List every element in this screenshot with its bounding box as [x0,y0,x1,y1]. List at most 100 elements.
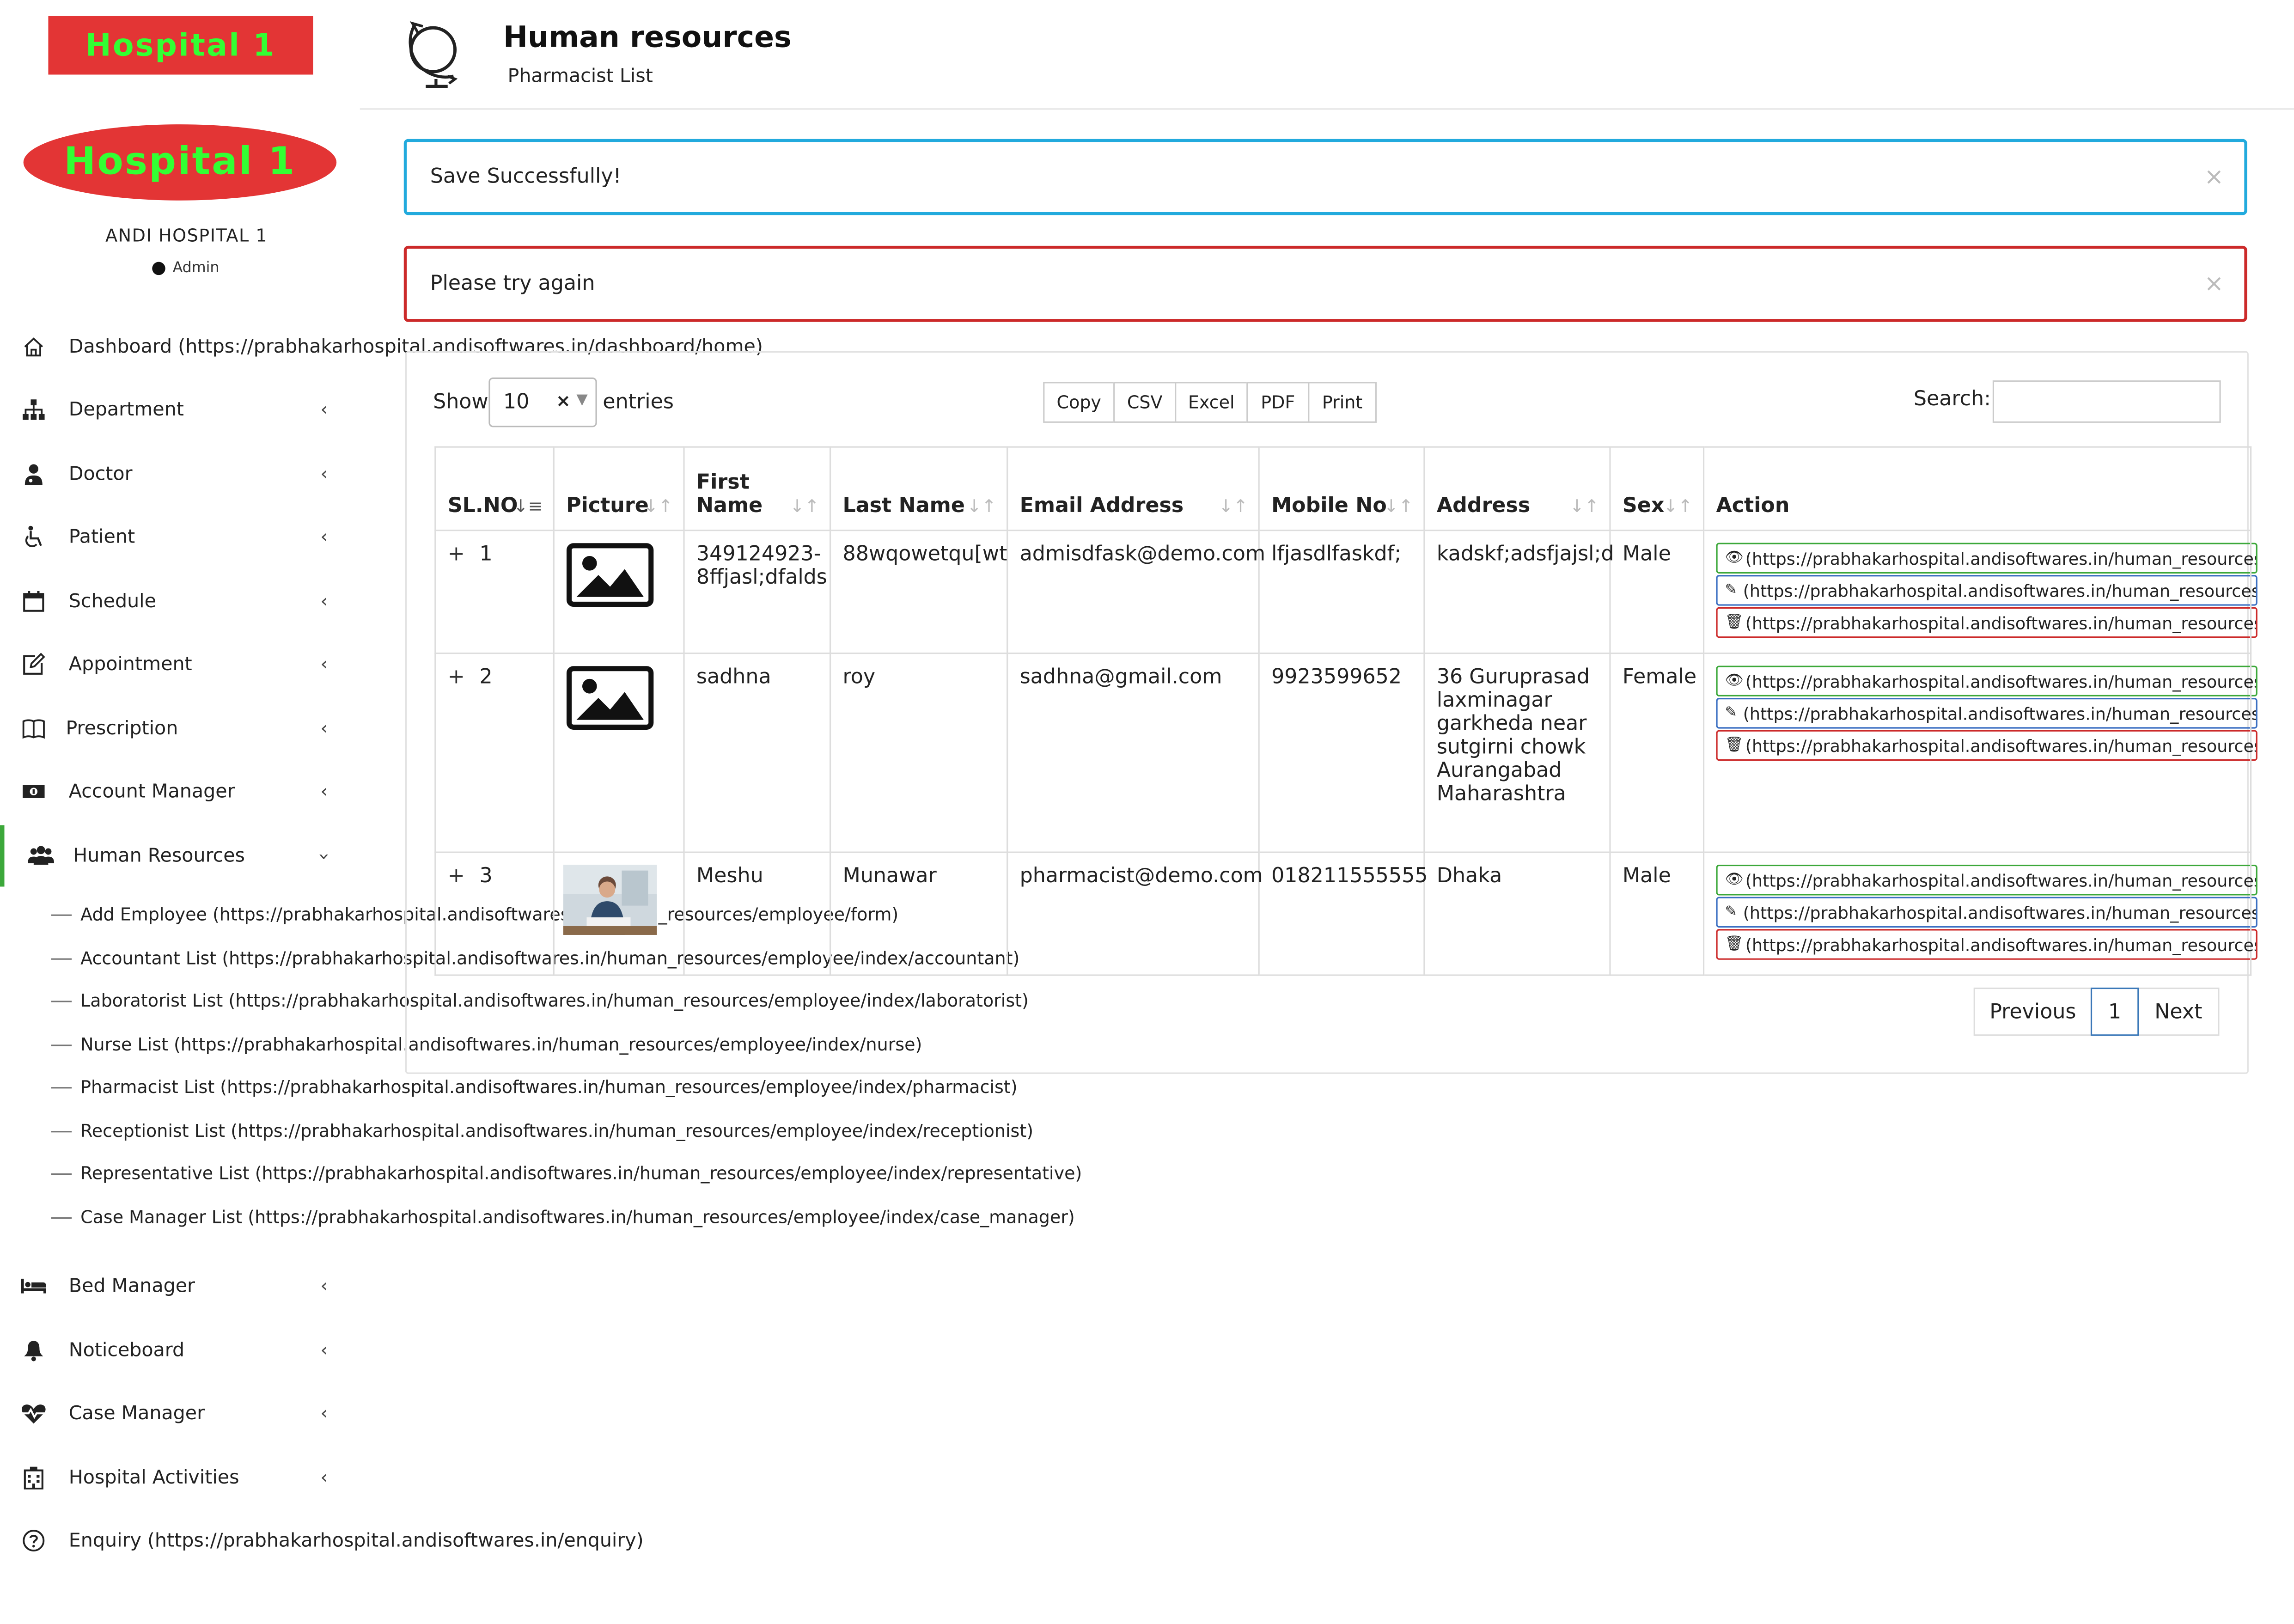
status-dot-icon [152,262,165,275]
sidebar-item-account-manager[interactable]: Account Manager ‹ [0,762,359,821]
role-label: Admin [172,260,220,277]
submenu-item-receptionist-list[interactable]: Receptionist List (https://prabhakarhosp… [51,1121,1033,1141]
next-page-button[interactable]: Next [2137,987,2220,1036]
eye-icon: 👁 [1725,550,1744,567]
column-header-label: Action [1716,495,1790,518]
delete-link-text: (https://prabhakarhospital.andisoftwares… [1745,934,2256,955]
column-header-sl-no[interactable]: SL.NO ↓≡ [434,446,555,531]
cell-sex: Female [1609,652,1705,853]
expand-row-icon[interactable]: + [448,865,465,888]
cell-address: Dhaka [1423,851,1611,976]
sort-icon: ↓↑ [790,496,819,517]
column-header-mobile[interactable]: Mobile No ↓↑ [1258,446,1425,531]
user-role: Admin [152,260,220,277]
close-icon[interactable]: × [2204,162,2224,190]
sort-icon: ↓↑ [1384,496,1414,517]
edit-button[interactable]: ✎ (https://prabhakarhospital.andisoftware… [1716,575,2257,606]
logo-oval: Hospital 1 [23,124,337,201]
table-header-row: SL.NO ↓≡ Picture ↓↑ First Name ↓↑ Last Name… [434,446,2252,531]
sidebar-item-appointment[interactable]: Appointment ‹ [0,635,359,694]
view-button[interactable]: 👁 (https://prabhakarhospital.andisoftware… [1716,864,2257,896]
view-button[interactable]: 👁 (https://prabhakarhospital.andisoftware… [1716,665,2257,696]
chevron-left-icon: ‹ [320,526,328,548]
bell-icon [20,1337,47,1364]
sort-icon: ↓↑ [1218,496,1248,517]
sidebar-item-doctor[interactable]: Doctor ‹ [0,445,359,503]
delete-button[interactable]: 🗑 (https://prabhakarhospital.andisoftware… [1716,730,2257,761]
column-header-label: First Name [696,471,763,518]
sidebar-item-department[interactable]: Department ‹ [0,380,359,439]
column-header-sex[interactable]: Sex ↓↑ [1609,446,1705,531]
column-header-label: Sex [1622,495,1665,518]
print-button[interactable]: Print [1308,382,1377,423]
question-icon [20,1527,47,1554]
delete-button[interactable]: 🗑 (https://prabhakarhospital.andisoftware… [1716,607,2257,638]
heartbeat-icon [20,1400,47,1427]
edit-button[interactable]: ✎ (https://prabhakarhospital.andisoftware… [1716,897,2257,928]
sidebar-item-human-resources[interactable]: Human Resources ‹ [0,825,363,887]
page-1-button[interactable]: 1 [2090,987,2139,1036]
sidebar-item-noticeboard[interactable]: Noticeboard ‹ [0,1321,359,1380]
column-header-picture[interactable]: Picture ↓↑ [553,446,685,531]
csv-button[interactable]: CSV [1113,382,1177,423]
column-header-address[interactable]: Address ↓↑ [1423,446,1611,531]
submenu-item-pharmacist-list[interactable]: Pharmacist List (https://prabhakarhospit… [51,1077,1018,1097]
submenu-item-case-manager-list[interactable]: Case Manager List (https://prabhakarhosp… [51,1207,1075,1227]
column-header-last-name[interactable]: Last Name ↓↑ [830,446,1008,531]
table-row: +1 349124923-8ffjasl;dfalds 88wqowetqu[w… [434,530,2257,654]
logo-banner[interactable]: Hospital 1 [48,16,313,75]
view-button[interactable]: 👁 (https://prabhakarhospital.andisoftware… [1716,543,2257,574]
cell-picture [553,851,685,976]
cell-picture [553,530,685,654]
sidebar-item-dashboard[interactable]: Dashboard (https://prabhakarhospital.and… [0,317,763,376]
search-input[interactable] [1992,380,2221,423]
edit-link-text: (https://prabhakarhospital.andisoftwares… [1743,902,2256,923]
sidebar-item-schedule[interactable]: Schedule ‹ [0,572,359,631]
sidebar-item-label: Appointment [68,653,192,676]
cell-sl-no: +2 [434,652,555,853]
sort-asc-icon: ↓≡ [513,496,543,517]
clear-icon[interactable]: × [556,391,571,411]
cell-address: 36 Guruprasad laxminagar garkheda near s… [1423,652,1611,853]
sitemap-icon [20,397,47,423]
hospital-name: ANDI HOSPITAL 1 [105,225,268,246]
sidebar-item-hospital-activities[interactable]: Hospital Activities ‹ [0,1448,359,1507]
chevron-left-icon: ‹ [320,780,328,803]
previous-page-button[interactable]: Previous [1973,987,2093,1036]
sort-icon: ↓↑ [1663,496,1693,517]
delete-button[interactable]: 🗑 (https://prabhakarhospital.andisoftware… [1716,929,2257,960]
copy-button[interactable]: Copy [1043,382,1115,423]
sidebar-item-prescription[interactable]: Prescription ‹ [0,699,359,758]
expand-row-icon[interactable]: + [448,543,465,567]
sidebar-item-bed-manager[interactable]: Bed Manager ‹ [0,1257,359,1315]
view-link-text: (https://prabhakarhospital.andisoftwares… [1745,671,2257,691]
table-row: +2 sadhna roy sadhna@gmail.com 992359965… [434,652,2257,853]
cell-actions: 👁 (https://prabhakarhospital.andisoftware… [1702,530,2257,654]
cell-email: pharmacist@demo.com [1007,851,1263,976]
column-header-label: Last Name [842,495,965,518]
column-header-email[interactable]: Email Address ↓↑ [1007,446,1260,531]
pdf-button[interactable]: PDF [1246,382,1310,423]
sidebar-item-label: Human Resources [73,845,245,867]
search-label: Search: [1913,387,1991,411]
submenu-item-representative-list[interactable]: Representative List (https://prabhakarho… [51,1163,1082,1184]
expand-row-icon[interactable]: + [448,665,465,689]
cell-sl-no: +1 [434,530,555,654]
sidebar-item-enquiry[interactable]: Enquiry (https://prabhakarhospital.andis… [0,1511,644,1570]
success-alert-text: Save Successfully! [430,165,622,189]
column-header-first-name[interactable]: First Name ↓↑ [683,446,831,531]
excel-button[interactable]: Excel [1175,382,1248,423]
cell-mobile: 9923599652 [1258,652,1425,853]
sidebar-item-patient[interactable]: Patient ‹ [0,508,359,567]
sl-no-value: 2 [479,665,493,690]
pharmacist-table: SL.NO ↓≡ Picture ↓↑ First Name ↓↑ Last Name… [434,446,2257,976]
table-row: +3 Meshu Munawar pharmacist@demo.com 018… [434,851,2257,976]
close-icon[interactable]: × [2204,269,2224,297]
trash-icon: 🗑 [1725,936,1744,952]
edit-button[interactable]: ✎ (https://prabhakarhospital.andisoftware… [1716,698,2257,729]
edit-link-text: (https://prabhakarhospital.andisoftwares… [1743,703,2256,724]
entries-select[interactable]: 10 × ▼ [488,377,597,427]
sidebar-item-case-manager[interactable]: Case Manager ‹ [0,1384,359,1443]
user-md-icon [20,461,47,487]
sidebar-item-label: Case Manager [68,1402,205,1424]
